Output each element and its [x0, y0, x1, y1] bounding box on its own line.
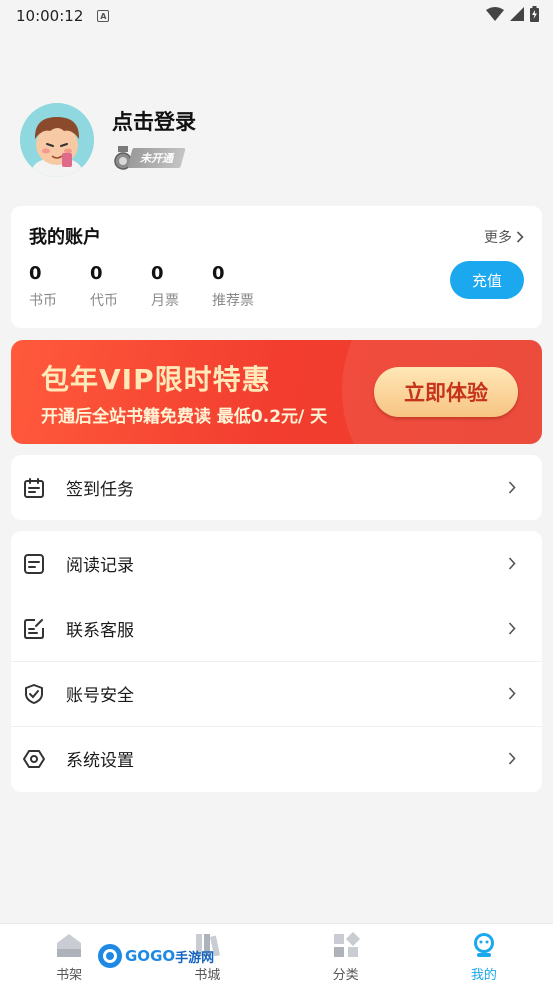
stat-value: 0 — [90, 263, 103, 284]
menu-item-checkin[interactable]: 签到任务 — [11, 455, 542, 520]
shield-check-icon — [25, 683, 43, 704]
banner-subtitle: 开通后全站书籍免费读 最低0.2元/ 天 — [41, 407, 328, 427]
stat-label: 推荐票 — [212, 293, 254, 309]
banner-title: 包年VIP限时特惠 — [41, 363, 271, 396]
menu-item-settings[interactable]: 系统设置 — [11, 726, 542, 791]
avatar-illustration-icon — [20, 103, 94, 177]
chevron-right-icon — [508, 481, 516, 494]
battery-icon — [530, 6, 539, 22]
watermark-logo: GOGO 手游网 — [97, 943, 214, 969]
watermark-cn-text: 手游网 — [175, 950, 215, 966]
nav-label: 分类 — [332, 968, 359, 983]
profile-header[interactable]: 点击登录 未开通 — [20, 103, 196, 177]
calendar-icon — [24, 477, 44, 498]
status-time: 10:00:12 — [16, 7, 84, 25]
chevron-right-icon — [508, 557, 516, 570]
nav-profile[interactable]: 我的 — [415, 924, 553, 984]
stat-value: 0 — [29, 263, 42, 284]
stat-label: 书币 — [29, 293, 57, 309]
avatar[interactable] — [20, 103, 94, 177]
menu-item-label: 签到任务 — [66, 480, 134, 500]
menu-item-account-security[interactable]: 账号安全 — [11, 661, 542, 726]
login-title[interactable]: 点击登录 — [112, 106, 196, 136]
menu-group-main: 阅读记录 联系客服 账号安全 系统设置 — [11, 531, 542, 792]
wifi-icon — [486, 7, 504, 21]
stat-value: 0 — [212, 263, 225, 284]
nav-label: 书架 — [56, 968, 83, 983]
vip-status-badge: 未开通 — [112, 146, 196, 170]
menu-item-label: 联系客服 — [66, 621, 134, 641]
stat-monthly-tickets[interactable]: 0 月票 — [151, 263, 212, 310]
vip-promo-banner[interactable]: 包年VIP限时特惠 开通后全站书籍免费读 最低0.2元/ 天 立即体验 — [11, 340, 542, 444]
more-label[interactable]: 更多 — [484, 227, 512, 247]
account-stats: 0 书币 0 代币 0 月票 0 推荐票 — [29, 263, 273, 310]
stat-label: 月票 — [151, 293, 179, 309]
signal-icon — [510, 7, 524, 21]
status-bar: 10:00:12 A — [0, 0, 553, 32]
profile-icon — [473, 933, 494, 957]
vip-status-label: 未开通 — [140, 152, 173, 165]
recharge-button[interactable]: 充值 — [450, 261, 524, 299]
stat-coins[interactable]: 0 书币 — [29, 263, 90, 310]
status-icons — [486, 6, 539, 22]
menu-item-label: 系统设置 — [66, 751, 134, 771]
menu-item-customer-service[interactable]: 联系客服 — [11, 596, 542, 661]
watermark-text: GOGO — [125, 947, 176, 965]
gogo-logo-icon — [98, 944, 122, 968]
stat-tokens[interactable]: 0 代币 — [90, 263, 151, 310]
chevron-right-icon — [508, 687, 516, 700]
menu-item-label: 账号安全 — [66, 686, 134, 706]
more-link[interactable]: 更多 — [484, 227, 524, 247]
category-icon — [333, 931, 360, 957]
stat-value: 0 — [151, 263, 164, 284]
chevron-right-icon — [508, 622, 516, 635]
nav-label: 我的 — [470, 968, 497, 983]
edit-note-icon — [24, 618, 44, 639]
notification-a-icon: A — [97, 10, 110, 22]
try-now-button[interactable]: 立即体验 — [374, 367, 518, 417]
chevron-right-icon — [516, 231, 524, 243]
menu-item-reading-history[interactable]: 阅读记录 — [11, 531, 542, 596]
stat-label: 代币 — [90, 293, 118, 309]
account-title: 我的账户 — [29, 227, 101, 248]
menu-group-tasks: 签到任务 — [11, 455, 542, 520]
bottom-nav: 书架 书城 分类 我的 — [0, 923, 553, 984]
account-card: 我的账户 更多 0 书币 0 代币 0 月票 0 推荐票 充值 — [11, 206, 542, 328]
reading-record-icon — [24, 553, 44, 574]
bookshelf-icon — [57, 934, 82, 957]
chevron-right-icon — [508, 752, 516, 765]
hex-settings-icon — [23, 749, 45, 768]
menu-item-label: 阅读记录 — [66, 556, 134, 576]
stat-recommend-tickets[interactable]: 0 推荐票 — [212, 263, 273, 310]
nav-category[interactable]: 分类 — [277, 924, 415, 984]
